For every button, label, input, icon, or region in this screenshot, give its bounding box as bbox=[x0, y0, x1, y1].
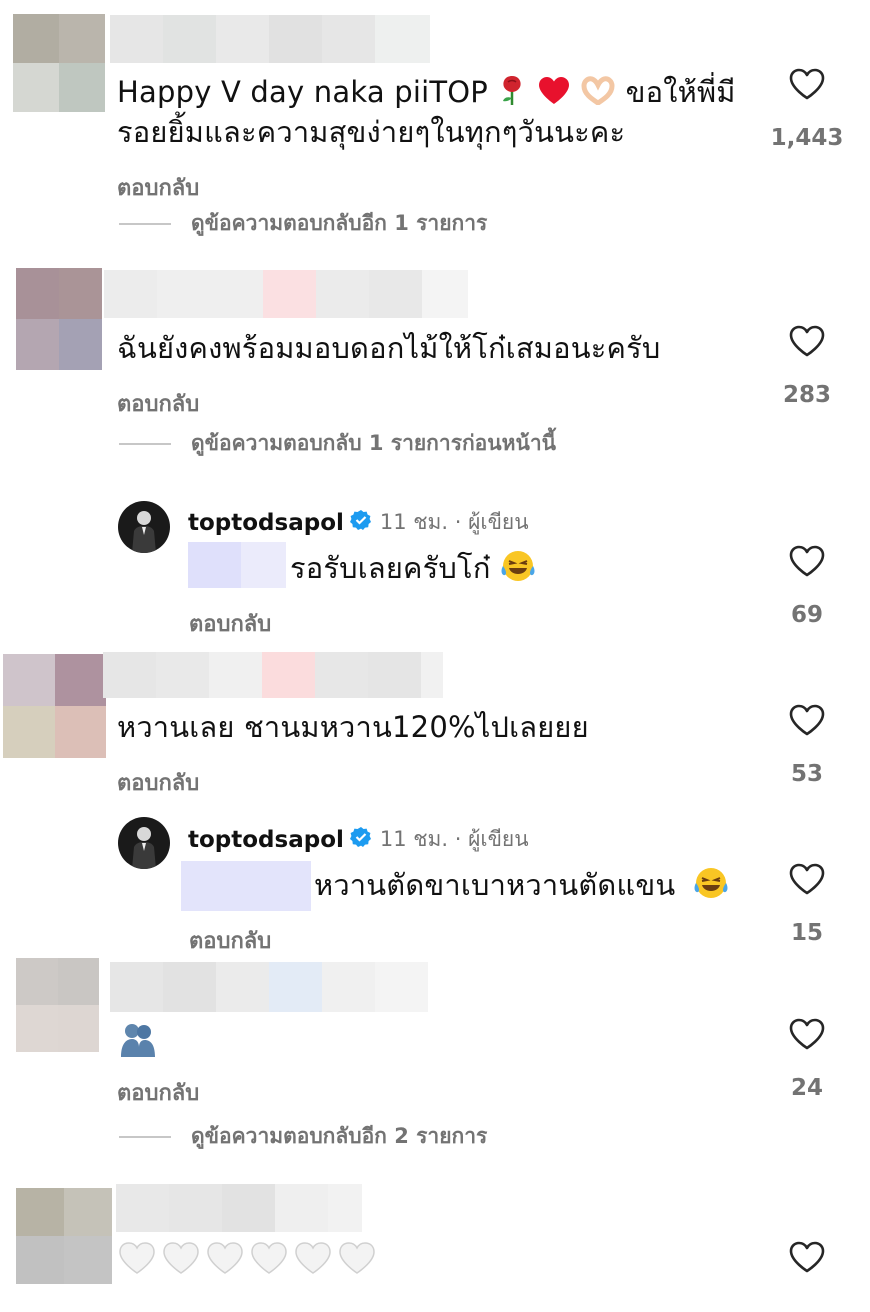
reply-text: หวานตัดขาเบาหวานตัดแขน bbox=[314, 866, 729, 908]
comment-text: ฉันยังคงพร้อมมอบดอกไม้ให้โก๋เสมอนะครับ bbox=[117, 331, 661, 365]
white-heart-icon bbox=[163, 1242, 199, 1274]
verified-badge-icon bbox=[349, 509, 372, 537]
view-replies-button[interactable]: ดูข้อความตอบกลับอีก 1 รายการ bbox=[119, 207, 487, 240]
reply-button[interactable]: ตอบกลับ bbox=[189, 923, 271, 958]
divider bbox=[119, 222, 171, 225]
avatar[interactable] bbox=[16, 1188, 112, 1284]
white-heart-icon bbox=[119, 1242, 155, 1274]
username-redacted[interactable] bbox=[116, 1184, 362, 1232]
like-count: 69 bbox=[790, 602, 823, 628]
reply-button[interactable]: ตอบกลับ bbox=[117, 1075, 199, 1110]
like-count: 53 bbox=[790, 761, 823, 787]
username-redacted[interactable] bbox=[110, 962, 428, 1012]
view-replies-button[interactable]: ดูข้อความตอบกลับอีก 2 รายการ bbox=[119, 1120, 487, 1153]
avatar[interactable] bbox=[16, 958, 99, 1052]
white-hearts-emoji bbox=[118, 1241, 382, 1275]
reply-button[interactable]: ตอบกลับ bbox=[117, 170, 199, 205]
mention-redacted[interactable] bbox=[188, 542, 286, 588]
avatar[interactable] bbox=[16, 268, 102, 370]
avatar[interactable] bbox=[3, 654, 106, 758]
heart-icon[interactable] bbox=[788, 703, 826, 737]
like-count: 1,443 bbox=[770, 125, 844, 151]
white-heart-icon bbox=[207, 1242, 243, 1274]
heart-icon[interactable] bbox=[788, 324, 826, 358]
author-avatar[interactable] bbox=[118, 501, 170, 553]
heart-icon[interactable] bbox=[788, 544, 826, 578]
reply-text: รอรับเลยครับโก๋ bbox=[290, 549, 536, 591]
author-username[interactable]: toptodsapol bbox=[188, 827, 344, 853]
divider bbox=[119, 442, 171, 445]
timestamp-author: 11 ชม. · ผู้เขียน bbox=[379, 510, 529, 534]
reply-button[interactable]: ตอบกลับ bbox=[117, 386, 199, 421]
author-username[interactable]: toptodsapol bbox=[188, 510, 344, 536]
heart-icon[interactable] bbox=[788, 1240, 826, 1274]
white-heart-icon bbox=[251, 1242, 287, 1274]
heart-icon[interactable] bbox=[788, 862, 826, 896]
view-replies-button[interactable]: ดูข้อความตอบกลับ 1 รายการก่อนหน้านี้ bbox=[119, 427, 556, 460]
avatar[interactable] bbox=[13, 14, 105, 112]
heart-emoji bbox=[537, 75, 571, 113]
comment-text: Happy V day naka piiTOP ขอให้พี่มี bbox=[117, 74, 736, 114]
heart-icon[interactable] bbox=[788, 67, 826, 101]
laughing-emoji bbox=[693, 866, 729, 908]
comment-text-line2: รอยยิ้มและความสุขง่ายๆในทุกๆวันนะคะ bbox=[117, 115, 626, 149]
like-count: 283 bbox=[782, 382, 831, 408]
verified-badge-icon bbox=[349, 826, 372, 854]
laughing-emoji bbox=[500, 549, 536, 591]
username-redacted[interactable] bbox=[104, 270, 468, 318]
author-username-row: toptodsapol 11 ชม. · ผู้เขียน bbox=[188, 506, 529, 539]
rose-emoji bbox=[497, 74, 527, 114]
heart-icon[interactable] bbox=[788, 1017, 826, 1051]
username-redacted[interactable] bbox=[103, 652, 443, 698]
like-count: 24 bbox=[790, 1075, 823, 1101]
white-heart-icon bbox=[295, 1242, 331, 1274]
comment-text: หวานเลย ชานมหวาน120%ไปเลยยย bbox=[117, 710, 589, 744]
heart-hands-emoji bbox=[580, 75, 616, 113]
like-count: 15 bbox=[790, 920, 823, 946]
timestamp-author: 11 ชม. · ผู้เขียน bbox=[379, 827, 529, 851]
username-redacted[interactable] bbox=[110, 15, 430, 63]
mention-redacted[interactable] bbox=[181, 861, 311, 911]
hug-emoji bbox=[117, 1019, 159, 1063]
divider bbox=[119, 1135, 171, 1138]
reply-button[interactable]: ตอบกลับ bbox=[117, 765, 199, 800]
author-username-row: toptodsapol 11 ชม. · ผู้เขียน bbox=[188, 823, 529, 856]
author-avatar[interactable] bbox=[118, 817, 170, 869]
reply-button[interactable]: ตอบกลับ bbox=[189, 606, 271, 641]
white-heart-icon bbox=[339, 1242, 375, 1274]
